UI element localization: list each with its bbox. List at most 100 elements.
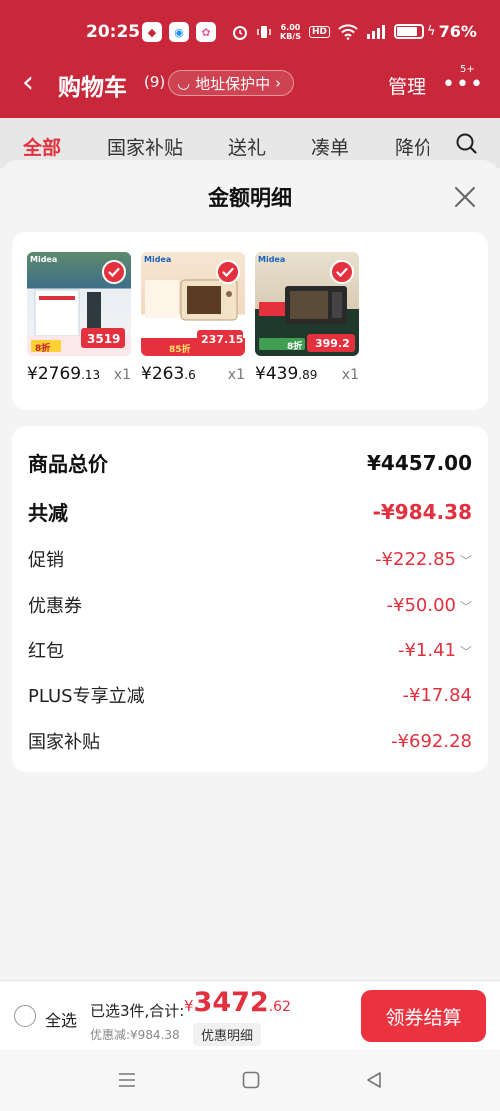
select-all-label[interactable]: 全选 [45,1007,77,1031]
signal-icon [366,24,386,40]
discount-detail-button[interactable]: 优惠明细 [193,1023,262,1046]
home-icon[interactable] [241,1070,261,1094]
product-thumbnail[interactable]: Midea 399.2 8折 [255,252,359,356]
summary-label: 国家补贴 [28,732,100,753]
network-speed: 6.00 KB/S [280,23,301,41]
summary-label: 优惠券 [28,596,82,617]
back-button[interactable]: ‹ [22,68,34,98]
tab-all[interactable]: 全部 [23,133,61,160]
product-price: ¥2769.13 [27,364,100,384]
selected-check-icon[interactable] [330,260,354,284]
total-currency: ¥ [184,997,194,1015]
summary-row-coupon[interactable]: 优惠券 -¥50.00 ﹀ [28,592,472,618]
manage-button[interactable]: 管理 [388,72,426,99]
page-title: 购物车 [58,75,127,101]
chevron-down-icon[interactable]: ﹀ [460,645,472,659]
shield-smile-icon: ◡ [177,74,191,92]
vibrate-icon [256,24,272,40]
product-quantity: x1 [113,367,131,383]
battery-percent: 76% [438,22,477,41]
discount-summary: 优惠减:¥984.38 [90,1028,180,1042]
price-decimal: .89 [298,368,318,382]
price-summary-card: 商品总价 ¥4457.00 共减 -¥984.38 促销 -¥222.85 ﹀ 优… [12,426,488,772]
chevron-right-icon: › [275,74,282,92]
summary-row-subsidy: 国家补贴 -¥692.28 [28,728,472,754]
net-speed-unit: KB/S [280,31,301,41]
summary-value: -¥222.85 [375,548,456,570]
product-item[interactable]: Midea 399.2 8折 ¥439.89 x1 [255,252,359,384]
brand-logo: Midea [144,255,172,264]
notification-icons: ◆ ◉ ✿ [142,22,216,42]
back-triangle-icon[interactable] [364,1070,384,1094]
price-decimal: .6 [184,368,196,382]
battery-indicator: ϟ 76% [394,22,477,41]
summary-label: 红包 [28,641,64,662]
chevron-down-icon[interactable]: ﹀ [460,554,472,568]
product-item[interactable]: Midea 3519 8折 ¥2769.13 x1 [27,252,131,384]
summary-value: -¥17.84 [402,684,472,706]
top-header-area: 20:25 ◆ ◉ ✿ 6.00 KB/S HD ϟ 76% ‹ 购物车 (9)… [0,0,500,118]
battery-level-fill [397,27,417,36]
cart-header: ‹ 购物车 (9) ◡ 地址保护中 › 管理 ••• 5+ [0,62,500,110]
amount-detail-sheet: 金额明细 Midea 3519 8折 ¥2769.13 x1 Midea 237… [0,160,500,980]
summary-value: -¥1.41 [397,639,456,661]
summary-value: -¥984.38 [372,499,472,524]
tab-national-subsidy[interactable]: 国家补贴 [107,133,183,160]
search-icon[interactable] [455,132,479,160]
summary-label: 商品总价 [28,452,108,476]
brand-logo: Midea [258,255,286,264]
selected-info: 已选3件,合计: [90,1002,185,1020]
tab-bundle[interactable]: 凑单 [311,133,349,160]
product-price: ¥439.89 [255,364,317,384]
status-time: 20:25 [86,22,141,42]
tab-gift[interactable]: 送礼 [228,133,266,160]
summary-value: -¥50.00 [386,594,456,616]
product-thumbnail[interactable]: Midea 237.15 85折 [141,252,245,356]
thumbnail-discount-badge: 8折 [35,344,51,354]
app-notification-icon: ◆ [142,22,162,42]
thumbnail-discount-badge: 8折 [287,342,303,352]
product-quantity: x1 [341,367,359,383]
checkout-bar: 全选 已选3件,合计: ¥ 3472 .62 优惠减:¥984.38 优惠明细 … [0,980,500,1050]
summary-value: ¥4457.00 [366,450,472,475]
checkout-button[interactable]: 领券结算 [361,990,486,1042]
summary-row-promotion[interactable]: 促销 -¥222.85 ﹀ [28,546,472,572]
status-bar: 20:25 ◆ ◉ ✿ 6.00 KB/S HD ϟ 76% [0,0,500,62]
chevron-down-icon[interactable]: ﹀ [460,600,472,614]
summary-row-reduction: 共减 -¥984.38 [28,497,472,526]
price-integer: ¥439 [255,364,299,384]
summary-value: -¥692.28 [391,730,472,752]
summary-row-red-packet[interactable]: 红包 -¥1.41 ﹀ [28,637,472,663]
summary-label: 促销 [28,550,64,571]
more-icon[interactable]: ••• [442,72,484,97]
net-speed-value: 6.00 [280,22,301,32]
summary-row-total: 商品总价 ¥4457.00 [28,448,472,477]
battery-icon [394,24,424,39]
product-item[interactable]: Midea 237.15 85折 ¥263.6 x1 [141,252,245,384]
sheet-title: 金额明细 [208,186,292,210]
system-navigation-bar [0,1050,500,1111]
thumbnail-price: 399.2 [315,337,350,350]
hd-icon: HD [308,25,330,38]
browser-notification-icon: ◉ [169,22,189,42]
total-price: ¥ 3472 .62 [184,987,291,1018]
select-all-radio[interactable] [14,1005,36,1027]
summary-label: 共减 [28,501,68,525]
message-badge: 5+ [460,64,475,75]
menu-icon[interactable] [117,1070,137,1094]
wifi-icon [338,23,358,40]
total-integer: 3472 [193,987,269,1018]
system-icons: 6.00 KB/S HD ϟ 76% [232,22,477,41]
address-protection-label: 地址保护中 [195,74,271,93]
close-icon[interactable] [452,184,478,210]
tab-price-drop[interactable]: 降价 [395,133,429,160]
product-thumbnail[interactable]: Midea 3519 8折 [27,252,131,356]
price-integer: ¥263 [141,364,185,384]
cart-count: (9) [144,73,166,91]
charging-icon: ϟ [427,24,436,39]
selected-check-icon[interactable] [102,260,126,284]
summary-row-plus: PLUS专享立减 -¥17.84 [28,682,472,708]
thumbnail-price: 3519 [87,332,121,346]
address-protection-badge[interactable]: ◡ 地址保护中 › [168,70,295,96]
selected-check-icon[interactable] [216,260,240,284]
